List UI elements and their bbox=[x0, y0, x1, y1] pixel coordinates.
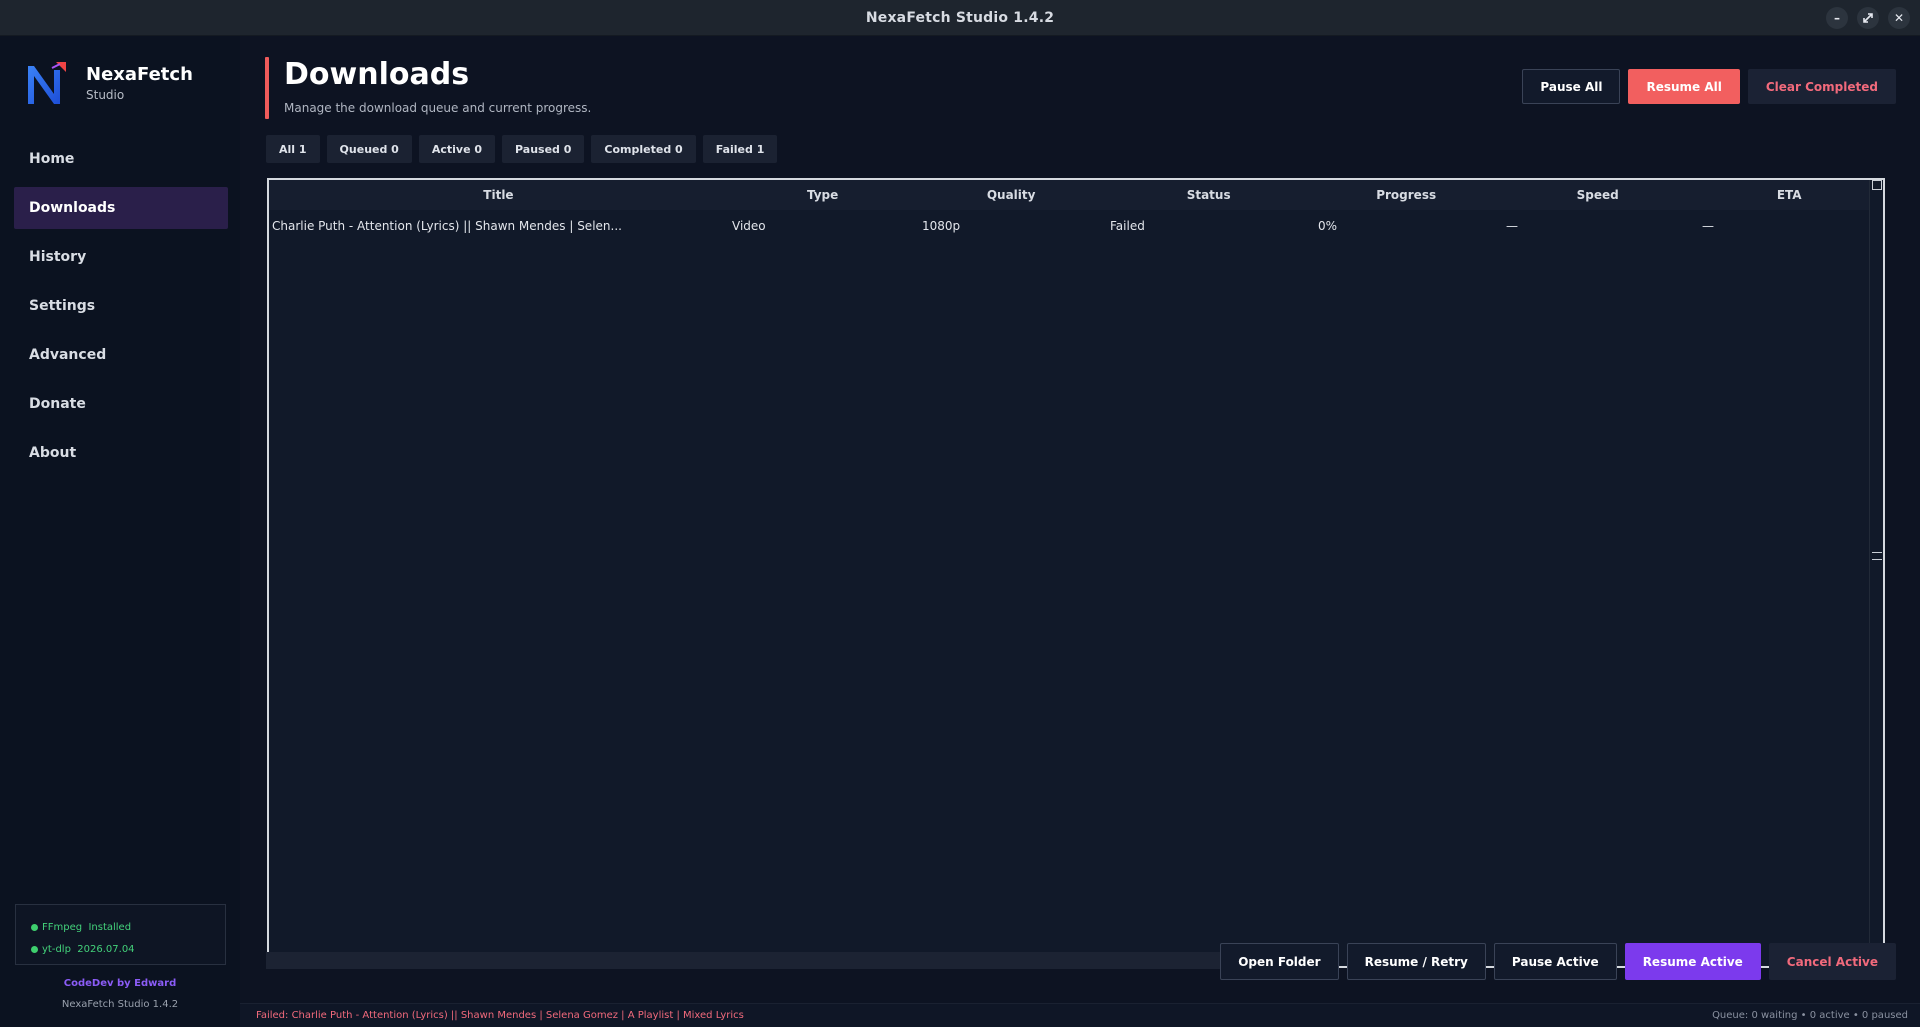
filter-failed[interactable]: Failed 1 bbox=[702, 135, 778, 163]
cancel-active-button[interactable]: Cancel Active bbox=[1768, 943, 1896, 980]
resume-active-button[interactable]: Resume Active bbox=[1624, 943, 1761, 980]
sidebar-item-label: History bbox=[29, 249, 87, 265]
cell-progress: 0% bbox=[1318, 219, 1338, 233]
column-progress[interactable]: Progress bbox=[1312, 188, 1500, 202]
sidebar-item-about[interactable]: About bbox=[14, 432, 228, 474]
table-scrollbar[interactable] bbox=[1869, 180, 1883, 966]
column-type[interactable]: Type bbox=[728, 188, 918, 202]
open-folder-button[interactable]: Open Folder bbox=[1220, 943, 1339, 980]
sidebar-item-advanced[interactable]: Advanced bbox=[14, 334, 228, 376]
cell-quality: 1080p bbox=[922, 219, 961, 233]
status-dot-icon bbox=[31, 923, 38, 931]
main-content: Downloads Manage the download queue and … bbox=[240, 36, 1920, 1027]
sidebar-item-label: Donate bbox=[29, 396, 86, 412]
sidebar-item-downloads[interactable]: Downloads bbox=[14, 187, 228, 229]
bottom-actions: Open Folder Resume / Retry Pause Active … bbox=[1220, 943, 1896, 980]
nexafetch-logo-icon bbox=[28, 62, 66, 104]
resume-retry-button[interactable]: Resume / Retry bbox=[1346, 943, 1486, 980]
resume-all-button[interactable]: Resume All bbox=[1628, 69, 1740, 104]
scroll-grip-icon[interactable] bbox=[1872, 552, 1882, 560]
sidebar-item-label: About bbox=[29, 445, 77, 461]
brand-name: NexaFetch bbox=[86, 64, 193, 85]
table-row[interactable]: Charlie Puth - Attention (Lyrics) || Sha… bbox=[269, 210, 1883, 242]
brand: NexaFetch Studio bbox=[26, 60, 193, 106]
column-eta[interactable]: ETA bbox=[1695, 188, 1883, 202]
pause-all-button[interactable]: Pause All bbox=[1522, 69, 1621, 104]
cell-type: Video bbox=[732, 219, 766, 233]
sidebar: NexaFetch Studio Home Downloads History … bbox=[0, 36, 240, 1027]
filter-all[interactable]: All 1 bbox=[266, 135, 320, 163]
cell-eta: — bbox=[1702, 219, 1714, 233]
page-subtitle: Manage the download queue and current pr… bbox=[284, 101, 592, 115]
status-bar: Failed: Charlie Puth - Attention (Lyrics… bbox=[240, 1003, 1920, 1027]
sidebar-nav: Home Downloads History Settings Advanced… bbox=[14, 138, 228, 481]
sidebar-item-label: Downloads bbox=[29, 200, 116, 216]
dep-value: Installed bbox=[88, 921, 132, 933]
sidebar-item-label: Home bbox=[29, 151, 75, 167]
scroll-up-icon[interactable] bbox=[1872, 180, 1882, 190]
status-message: Failed: Charlie Puth - Attention (Lyrics… bbox=[256, 1010, 744, 1021]
dep-value: 2026.07.04 bbox=[77, 943, 135, 955]
column-status[interactable]: Status bbox=[1105, 188, 1312, 202]
window-titlebar: NexaFetch Studio 1.4.2 – ✕ bbox=[0, 0, 1920, 36]
pause-active-button[interactable]: Pause Active bbox=[1493, 943, 1617, 980]
cell-status: Failed bbox=[1110, 219, 1145, 233]
page-title: Downloads bbox=[284, 57, 470, 92]
close-icon[interactable]: ✕ bbox=[1888, 7, 1910, 29]
column-speed[interactable]: Speed bbox=[1500, 188, 1696, 202]
version-text: NexaFetch Studio 1.4.2 bbox=[61, 999, 179, 1010]
dep-ffmpeg: FFmpeg Installed bbox=[31, 916, 225, 938]
dependency-status-panel: FFmpeg Installed yt-dlp 2026.07.04 bbox=[15, 904, 226, 965]
sidebar-item-settings[interactable]: Settings bbox=[14, 285, 228, 327]
sidebar-item-home[interactable]: Home bbox=[14, 138, 228, 180]
table-header: Title Type Quality Status Progress Speed… bbox=[269, 180, 1883, 210]
downloads-table[interactable]: Title Type Quality Status Progress Speed… bbox=[267, 178, 1885, 968]
column-title[interactable]: Title bbox=[269, 188, 728, 202]
column-quality[interactable]: Quality bbox=[917, 188, 1105, 202]
credit-text: CodeDev by Edward bbox=[63, 978, 177, 989]
filter-queued[interactable]: Queued 0 bbox=[326, 135, 412, 163]
sidebar-item-label: Settings bbox=[29, 298, 96, 314]
brand-subtitle: Studio bbox=[86, 88, 125, 102]
dep-ytdlp: yt-dlp 2026.07.04 bbox=[31, 938, 225, 960]
dep-name: yt-dlp bbox=[42, 943, 71, 955]
filter-paused[interactable]: Paused 0 bbox=[502, 135, 585, 163]
dep-name: FFmpeg bbox=[42, 921, 83, 933]
filter-tabs: All 1 Queued 0 Active 0 Paused 0 Complet… bbox=[266, 135, 778, 163]
sidebar-item-label: Advanced bbox=[29, 347, 107, 363]
sidebar-item-history[interactable]: History bbox=[14, 236, 228, 278]
filter-completed[interactable]: Completed 0 bbox=[591, 135, 696, 163]
cell-speed: — bbox=[1506, 219, 1518, 233]
filter-active[interactable]: Active 0 bbox=[418, 135, 496, 163]
window-controls: – ✕ bbox=[1826, 7, 1910, 29]
sidebar-item-donate[interactable]: Donate bbox=[14, 383, 228, 425]
minimize-icon[interactable]: – bbox=[1826, 7, 1848, 29]
queue-summary: Queue: 0 waiting • 0 active • 0 paused bbox=[1712, 1010, 1908, 1021]
title-accent-bar bbox=[265, 57, 269, 119]
maximize-icon[interactable] bbox=[1857, 7, 1879, 29]
top-actions: Pause All Resume All Clear Completed bbox=[1522, 69, 1896, 104]
status-dot-icon bbox=[31, 945, 38, 953]
window-title: NexaFetch Studio 1.4.2 bbox=[865, 9, 1055, 26]
clear-completed-button[interactable]: Clear Completed bbox=[1747, 69, 1896, 104]
overall-progress-bar bbox=[266, 952, 1302, 969]
cell-title: Charlie Puth - Attention (Lyrics) || Sha… bbox=[272, 219, 622, 233]
